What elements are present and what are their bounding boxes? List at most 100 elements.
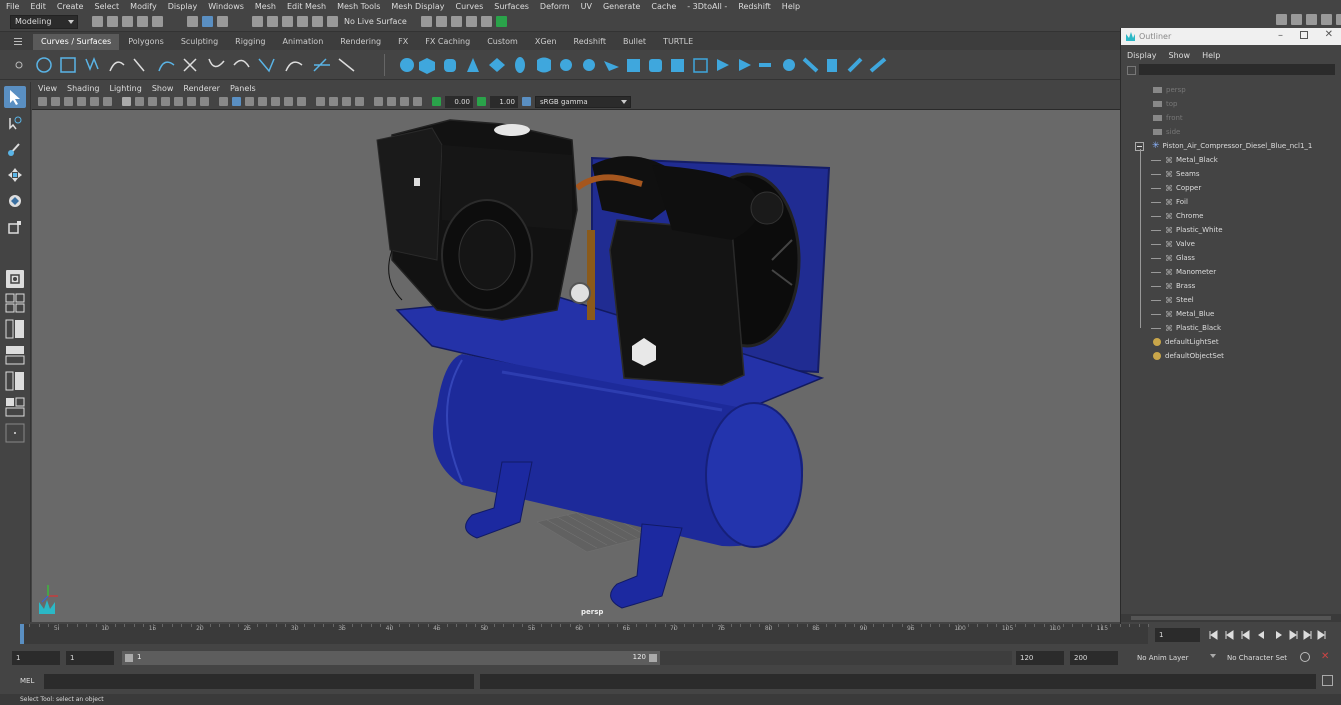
playback-start-field[interactable]: 1	[66, 651, 114, 665]
xray-active-icon[interactable]	[400, 97, 409, 106]
render-view-icon[interactable]	[420, 16, 432, 27]
safe-action-icon[interactable]	[187, 97, 196, 106]
menu-edit-mesh[interactable]: Edit Mesh	[287, 2, 326, 11]
open-scene-icon[interactable]	[107, 16, 118, 27]
render-current-icon[interactable]	[435, 16, 447, 27]
menu-surfaces[interactable]: Surfaces	[494, 2, 529, 11]
menu-generate[interactable]: Generate	[603, 2, 640, 11]
layout-icon-1[interactable]	[1276, 14, 1287, 25]
new-scene-icon[interactable]	[92, 16, 103, 27]
shelf-tab-polygons[interactable]: Polygons	[120, 34, 172, 50]
outliner-camera-item[interactable]: top	[1153, 97, 1177, 111]
menu-edit[interactable]: Edit	[30, 2, 46, 11]
outliner-mesh-item[interactable]: ⌘ Plastic_White	[1151, 223, 1223, 237]
auto-key-icon[interactable]	[1300, 652, 1310, 662]
camera-select-icon[interactable]	[38, 97, 47, 106]
shelf-tab-fx[interactable]: FX	[390, 34, 416, 50]
select-object-icon[interactable]	[202, 16, 213, 27]
script-editor-icon[interactable]	[1322, 675, 1333, 686]
shelf-tab-rigging[interactable]: Rigging	[227, 34, 273, 50]
persp-outliner-layout-icon[interactable]	[4, 318, 26, 340]
layout-icon-4[interactable]	[1321, 14, 1332, 25]
time-ruler[interactable]: 1510152025303540455055606570758085909510…	[20, 624, 1149, 644]
shelf-settings-icon[interactable]	[15, 61, 23, 69]
outliner-mesh-item[interactable]: ⌘ Metal_Black	[1151, 153, 1218, 167]
outliner-search-input[interactable]	[1139, 64, 1335, 75]
outliner-mesh-item[interactable]: ⌘ Chrome	[1151, 209, 1203, 223]
range-end-handle[interactable]	[649, 654, 657, 662]
screen-space-ao-icon[interactable]	[316, 97, 325, 106]
isolate-select-icon[interactable]	[374, 97, 383, 106]
outliner-mesh-item[interactable]: ⌘ Plastic_Black	[1151, 321, 1221, 335]
outliner-mesh-item[interactable]: ⌘ Seams	[1151, 167, 1200, 181]
maximize-button[interactable]	[1300, 31, 1308, 39]
menu-modify[interactable]: Modify	[130, 2, 157, 11]
shelf-tab-turtle[interactable]: TURTLE	[655, 34, 701, 50]
scale-tool-icon[interactable]	[4, 216, 26, 238]
gate-mask-icon[interactable]	[161, 97, 170, 106]
snap-grid-icon[interactable]	[252, 16, 263, 27]
select-component-icon[interactable]	[217, 16, 228, 27]
image-plane-icon[interactable]	[77, 97, 86, 106]
outliner-mesh-item[interactable]: ⌘ Foil	[1151, 195, 1188, 209]
menu-deform[interactable]: Deform	[540, 2, 570, 11]
shelf-options-icon[interactable]	[13, 36, 23, 46]
select-tool-icon[interactable]	[4, 86, 26, 108]
redo-icon[interactable]	[152, 16, 163, 27]
shelf-tab-xgen[interactable]: XGen	[527, 34, 565, 50]
outliner-mesh-item[interactable]: ⌘ Brass	[1151, 279, 1195, 293]
save-scene-icon[interactable]	[122, 16, 133, 27]
mode-dropdown[interactable]: Modeling	[10, 14, 78, 29]
hypershade-icon[interactable]	[480, 16, 492, 27]
toggle-panel-icon[interactable]	[495, 16, 507, 27]
ipr-render-icon[interactable]	[450, 16, 462, 27]
shelf-tab-rendering[interactable]: Rendering	[332, 34, 389, 50]
exposure-icon[interactable]	[432, 97, 441, 106]
shelf-tab-animation[interactable]: Animation	[274, 34, 331, 50]
outliner-camera-item[interactable]: persp	[1153, 83, 1186, 97]
outliner-menu-show[interactable]: Show	[1169, 51, 1191, 60]
menu-create[interactable]: Create	[57, 2, 84, 11]
curve-shelf-icons[interactable]	[34, 55, 374, 75]
menu-help[interactable]: Help	[782, 2, 800, 11]
outliner-set-item[interactable]: defaultLightSet	[1153, 335, 1219, 349]
wireframe-icon[interactable]	[219, 97, 228, 106]
layout-icon-5[interactable]	[1336, 14, 1341, 25]
lasso-tool-icon[interactable]	[4, 112, 26, 134]
single-perspective-layout-icon[interactable]	[6, 270, 24, 288]
current-time-marker[interactable]	[20, 624, 24, 644]
use-all-lights-icon[interactable]	[284, 97, 293, 106]
exposure-field[interactable]: 0.00	[445, 95, 473, 108]
gamma-icon[interactable]	[477, 97, 486, 106]
four-view-layout-icon[interactable]	[4, 292, 26, 314]
rotate-tool-icon[interactable]	[4, 190, 26, 212]
menu-redshift[interactable]: Redshift	[738, 2, 770, 11]
persp-graph-layout-icon[interactable]	[4, 344, 26, 366]
color-management-icon[interactable]	[522, 97, 531, 106]
viewport-menu-panels[interactable]: Panels	[230, 84, 256, 93]
preferences-icon[interactable]: ✕	[1321, 651, 1329, 662]
custom-layout-icon[interactable]	[4, 422, 26, 444]
menu-display[interactable]: Display	[168, 2, 198, 11]
motion-blur-icon[interactable]	[329, 97, 338, 106]
shelf-tab-sculpting[interactable]: Sculpting	[173, 34, 226, 50]
viewport-persp[interactable]: persp	[32, 110, 1120, 622]
range-slider[interactable]: 1 120	[122, 651, 660, 665]
textured-icon[interactable]	[271, 97, 280, 106]
shelf-tab-bullet[interactable]: Bullet	[615, 34, 654, 50]
current-frame-field[interactable]: 1	[1155, 628, 1200, 642]
viewport-menu-renderer[interactable]: Renderer	[183, 84, 220, 93]
shelf-tab-custom[interactable]: Custom	[479, 34, 526, 50]
viewport-menu-lighting[interactable]: Lighting	[109, 84, 141, 93]
mel-label[interactable]: MEL	[20, 677, 34, 685]
two-d-pan-icon[interactable]	[90, 97, 99, 106]
layout-icon-3[interactable]	[1306, 14, 1317, 25]
animation-start-field[interactable]: 1	[12, 651, 60, 665]
command-input[interactable]	[44, 674, 474, 689]
outliner-mesh-item[interactable]: ⌘ Metal_Blue	[1151, 307, 1214, 321]
menu-windows[interactable]: Windows	[208, 2, 244, 11]
time-slider[interactable]: 1510152025303540455055606570758085909510…	[0, 624, 1341, 646]
menu-3dtoall[interactable]: - 3DtoAll -	[687, 2, 727, 11]
range-start-handle[interactable]	[125, 654, 133, 662]
outliner-mesh-item[interactable]: ⌘ Steel	[1151, 293, 1194, 307]
